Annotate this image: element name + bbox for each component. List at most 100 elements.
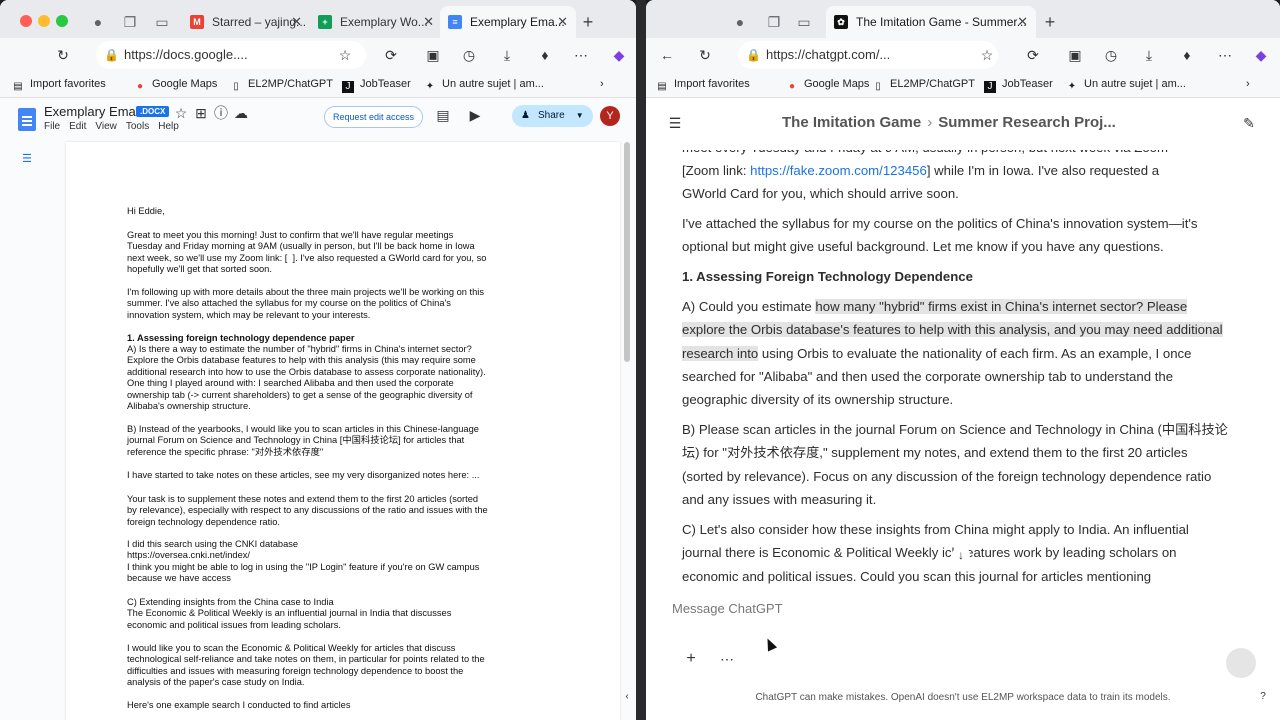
info-icon[interactable]: ⓘ xyxy=(212,104,230,122)
new-chat-icon[interactable]: ✎ xyxy=(1240,114,1258,132)
new-tab-button[interactable]: + xyxy=(1040,12,1060,32)
sheets-icon: + xyxy=(318,15,332,29)
docs-icon: ≡ xyxy=(448,15,462,29)
bookmark-un-autre-sujet[interactable]: ✦ Un autre sujet | am... xyxy=(1066,76,1186,93)
back-icon[interactable]: ← xyxy=(658,46,676,64)
outline-icon[interactable]: ☰ xyxy=(18,150,36,168)
bookmarks-bar: ▤ Import favorites ● Google Maps ▯ EL2MP/Ch… xyxy=(0,70,636,98)
tools-more-icon[interactable]: ⋯ xyxy=(718,650,736,668)
message-heading: 1. Assessing Foreign Technology Dependen… xyxy=(682,269,973,284)
tab-actions-icon[interactable]: ▭ xyxy=(796,14,812,30)
request-edit-access-button[interactable]: Request edit access xyxy=(324,106,424,128)
extensions-icon[interactable]: ⟳ xyxy=(1024,46,1042,64)
bookmark-google-maps[interactable]: ● Google Maps xyxy=(134,76,217,93)
download-icon[interactable]: ⤓ xyxy=(498,46,516,64)
favorite-icon[interactable]: ☆ xyxy=(978,46,996,64)
copilot-icon[interactable]: ◆ xyxy=(610,46,628,64)
chevron-down-icon[interactable]: ▼ xyxy=(576,105,584,127)
bookmark-jobteaser[interactable]: J JobTeaser xyxy=(342,76,411,93)
folder-icon: ▤ xyxy=(657,81,667,92)
history-icon[interactable]: ◷ xyxy=(1102,46,1120,64)
profile-icon[interactable]: ● xyxy=(90,14,106,30)
bookmark-un-autre-sujet[interactable]: ✦ Un autre sujet | am... xyxy=(424,76,544,93)
close-window-button[interactable] xyxy=(20,15,32,27)
close-tab-icon[interactable]: ✕ xyxy=(1017,6,1028,38)
tab-sheets[interactable]: + Exemplary Wo... ✕ xyxy=(310,6,442,38)
bookmark-label: JobTeaser xyxy=(1002,78,1053,90)
more-icon[interactable]: ⋯ xyxy=(1216,46,1234,64)
share-button[interactable]: ♟ Share ▼ xyxy=(512,105,593,127)
document-scrollbar[interactable] xyxy=(624,142,630,362)
message-input[interactable]: Message ChatGPT xyxy=(672,601,783,616)
maximize-window-button[interactable] xyxy=(56,15,68,27)
sidebar-toggle-icon[interactable]: ☰ xyxy=(666,114,684,132)
bookmark-import-favorites[interactable]: ▤ Import favorites xyxy=(12,76,106,93)
refresh-icon[interactable]: ↻ xyxy=(696,46,714,64)
avatar[interactable]: Y xyxy=(600,106,620,126)
message-composer[interactable]: Message ChatGPT + ⋯ xyxy=(662,590,1266,682)
refresh-icon[interactable]: ↻ xyxy=(54,46,72,64)
close-tab-icon[interactable]: ✕ xyxy=(423,6,434,38)
attach-plus-icon[interactable]: + xyxy=(682,650,700,668)
workspaces-icon[interactable]: ❐ xyxy=(122,14,138,30)
scroll-down-arrow-icon[interactable]: ↓ xyxy=(952,546,970,564)
close-tab-icon[interactable]: ✕ xyxy=(557,6,568,38)
url-field[interactable]: 🔒 https://docs.google.... xyxy=(96,41,366,69)
comments-icon[interactable]: ▤ xyxy=(434,106,452,124)
message-paragraph: B) Please scan articles in the journal F… xyxy=(682,422,1228,507)
doc-paragraph: C) Extending insights from the China cas… xyxy=(127,597,452,630)
collections-icon[interactable]: ▣ xyxy=(1066,46,1084,64)
minimize-window-button[interactable] xyxy=(38,15,50,27)
tab-label: The Imitation Game - Summer... xyxy=(856,15,1027,29)
text-run: using Orbis to evaluate the nationality … xyxy=(682,345,1192,408)
menu-file[interactable]: File xyxy=(44,121,60,132)
meet-icon[interactable]: ▶ xyxy=(466,106,484,124)
menu-tools[interactable]: Tools xyxy=(126,121,149,132)
tab-gmail[interactable]: M Starred – yajing... ✕ xyxy=(182,6,310,38)
help-icon[interactable]: ? xyxy=(1254,688,1272,706)
bookmark-jobteaser[interactable]: J JobTeaser xyxy=(984,76,1053,93)
bookmark-el2mp[interactable]: ▯ EL2MP/ChatGPT xyxy=(872,76,975,93)
move-folder-icon[interactable]: ⊞ xyxy=(192,104,210,122)
breadcrumb-project[interactable]: The Imitation Game xyxy=(782,114,921,131)
close-tab-icon[interactable]: ✕ xyxy=(291,6,302,38)
menu-edit[interactable]: Edit xyxy=(69,121,86,132)
extensions-icon[interactable]: ⟳ xyxy=(382,46,400,64)
star-icon[interactable]: ☆ xyxy=(172,104,190,122)
share-label: Share xyxy=(538,110,565,121)
document-page: Hi Eddie, Great to meet you this morning!… xyxy=(66,142,620,720)
collections-icon[interactable]: ▣ xyxy=(424,46,442,64)
bookmarks-more-chevron-icon[interactable]: › xyxy=(1246,76,1250,92)
bookmark-import-favorites[interactable]: ▤ Import favorites xyxy=(656,76,750,93)
shield-icon[interactable]: ♦ xyxy=(1178,46,1196,64)
profile-icon[interactable]: ● xyxy=(732,14,748,30)
bookmark-label: Google Maps xyxy=(152,78,218,90)
docx-badge: .DOCX xyxy=(136,106,170,117)
scroll-left-chevron-icon[interactable]: ‹ xyxy=(618,688,636,706)
zoom-link[interactable]: https://fake.zoom.com/123456 xyxy=(750,163,927,178)
download-icon[interactable]: ⤓ xyxy=(1140,46,1158,64)
copilot-icon[interactable]: ◆ xyxy=(1252,46,1270,64)
bookmarks-more-chevron-icon[interactable]: › xyxy=(600,76,604,92)
breadcrumb-chat-title[interactable]: Summer Research Proj... xyxy=(938,114,1116,131)
tab-actions-icon[interactable]: ▭ xyxy=(154,14,170,30)
text-run: ] while I'm in Iowa. I've also requested… xyxy=(926,163,1160,178)
bookmark-label: Un autre sujet | am... xyxy=(1084,78,1186,90)
tab-chatgpt[interactable]: ✿ The Imitation Game - Summer... ✕ xyxy=(826,6,1036,38)
url-field[interactable]: 🔒 https://chatgpt.com/... xyxy=(738,41,998,69)
menu-help[interactable]: Help xyxy=(158,121,179,132)
document-title[interactable]: Exemplary Email xyxy=(44,104,142,119)
voice-button[interactable] xyxy=(1226,648,1256,678)
docs-logo-icon xyxy=(18,108,36,131)
favorite-icon[interactable]: ☆ xyxy=(336,46,354,64)
bookmark-google-maps[interactable]: ● Google Maps xyxy=(786,76,869,93)
bookmark-el2mp[interactable]: ▯ EL2MP/ChatGPT xyxy=(230,76,333,93)
tab-docs[interactable]: ≡ Exemplary Ema... ✕ xyxy=(440,6,576,38)
more-icon[interactable]: ⋯ xyxy=(572,46,590,64)
workspaces-icon[interactable]: ❐ xyxy=(766,14,782,30)
history-icon[interactable]: ◷ xyxy=(460,46,478,64)
menu-view[interactable]: View xyxy=(95,121,117,132)
new-tab-button[interactable]: + xyxy=(578,12,598,32)
docs-menu-bar: File Edit View Tools Help xyxy=(44,121,188,132)
shield-icon[interactable]: ♦ xyxy=(536,46,554,64)
